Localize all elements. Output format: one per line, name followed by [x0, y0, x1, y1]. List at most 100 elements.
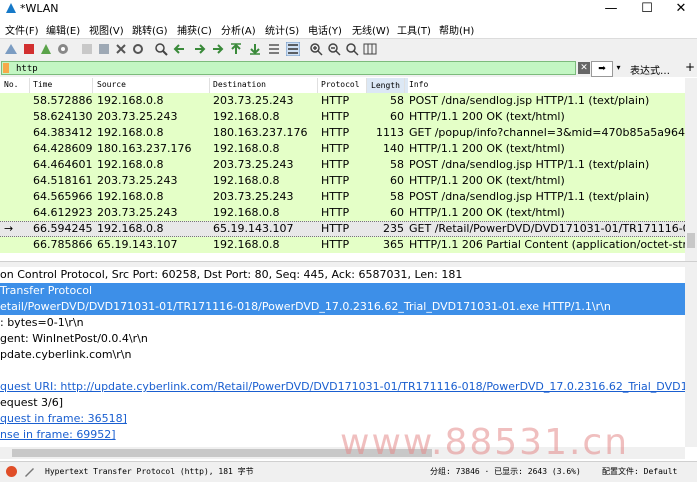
col-destination[interactable]: Destination — [213, 80, 266, 89]
close-button[interactable]: ✕ — [664, 0, 697, 18]
packet-row[interactable]: 64.518161 203.73.25.243 192.168.0.8 HTTP 60 H… — [0, 173, 685, 189]
zoom-in-icon[interactable] — [309, 42, 323, 56]
close-file-icon[interactable] — [114, 42, 128, 56]
menu-statistics[interactable]: 统计(S) — [265, 22, 299, 37]
detail-line[interactable]: etail/PowerDVD/DVD171031-01/TR171116-018… — [0, 299, 685, 315]
scrollbar-thumb[interactable] — [687, 233, 695, 248]
menu-file[interactable]: 文件(F) — [5, 22, 39, 37]
packet-cell-dst: 192.168.0.8 — [213, 238, 280, 251]
packet-row-selected[interactable]: → 66.594245 192.168.0.8 65.19.143.107 HTTP 23… — [0, 221, 685, 237]
menu-wireless[interactable]: 无线(W) — [352, 22, 390, 37]
detail-line[interactable]: quest URI: http://update.cyberlink.com/R… — [0, 379, 685, 395]
packet-cell-proto: HTTP — [321, 142, 350, 155]
filter-history-dropdown-icon[interactable]: ▾ — [613, 61, 624, 75]
packet-row[interactable]: 64.565966 192.168.0.8 203.73.25.243 HTTP 58 P… — [0, 189, 685, 205]
col-no[interactable]: No. — [4, 80, 18, 89]
auto-scroll-icon[interactable] — [267, 42, 281, 56]
col-protocol[interactable]: Protocol — [321, 80, 360, 89]
column-divider[interactable] — [317, 78, 318, 93]
column-divider[interactable] — [209, 78, 210, 93]
status-profile[interactable]: 配置文件: Default — [602, 466, 677, 477]
packet-row[interactable]: 64.612923 203.73.25.243 192.168.0.8 HTTP 60 H… — [0, 205, 685, 221]
packet-cell-len: 58 — [390, 190, 404, 203]
col-info[interactable]: Info — [409, 80, 428, 89]
packet-cell-info: GET /popup/info?channel=3&mid=470b85a5a9… — [409, 126, 685, 139]
packet-cell-len: 58 — [390, 94, 404, 107]
restart-capture-icon[interactable] — [39, 42, 53, 56]
menu-capture[interactable]: 捕获(C) — [177, 22, 212, 37]
packet-cell-info: POST /dna/sendlog.jsp HTTP/1.1 (text/pla… — [409, 158, 650, 171]
packet-cell-time: 66.594245 — [33, 222, 93, 235]
maximize-button[interactable]: ☐ — [630, 0, 664, 18]
col-length[interactable]: Length — [367, 78, 408, 93]
save-file-icon[interactable] — [97, 42, 111, 56]
display-filter-input[interactable]: http — [1, 61, 576, 75]
packet-cell-dst: 192.168.0.8 — [213, 142, 280, 155]
menu-view[interactable]: 视图(V) — [89, 22, 124, 37]
edit-comment-icon[interactable] — [23, 465, 36, 478]
detail-line[interactable]: gent: WinInetPost/0.0.4\r\n — [0, 331, 685, 347]
clear-filter-icon[interactable]: ✕ — [578, 62, 590, 74]
packet-cell-proto: HTTP — [321, 174, 350, 187]
expert-info-icon[interactable] — [5, 465, 18, 478]
detail-line[interactable]: Transfer Protocol — [0, 283, 685, 299]
packet-row[interactable]: 58.572886 192.168.0.8 203.73.25.243 HTTP 58 P… — [0, 93, 685, 109]
detail-line[interactable]: : bytes=0-1\r\n — [0, 315, 685, 331]
reload-icon[interactable] — [131, 42, 145, 56]
menu-help[interactable]: 帮助(H) — [439, 22, 474, 37]
col-source[interactable]: Source — [97, 80, 126, 89]
packet-row[interactable]: 66.785866 65.19.143.107 192.168.0.8 HTTP 365… — [0, 237, 685, 253]
go-forward-icon[interactable] — [192, 42, 206, 56]
packet-details-pane[interactable]: on Control Protocol, Src Port: 60258, Ds… — [0, 267, 685, 447]
go-last-icon[interactable] — [248, 42, 262, 56]
expression-button[interactable]: 表达式… — [630, 62, 670, 77]
packet-row[interactable]: 64.383412 192.168.0.8 180.163.237.176 HTTP 1… — [0, 125, 685, 141]
column-divider[interactable] — [404, 78, 405, 93]
capture-options-icon[interactable] — [56, 42, 70, 56]
related-packet-icon: → — [4, 222, 14, 235]
stop-capture-icon[interactable] — [22, 42, 36, 56]
packet-cell-dst: 65.19.143.107 — [213, 222, 294, 235]
status-protocol-info: Hypertext Transfer Protocol (http), 181 … — [45, 467, 254, 476]
packet-cell-src: 192.168.0.8 — [97, 222, 164, 235]
packet-row[interactable]: 64.464601 192.168.0.8 203.73.25.243 HTTP 58 P… — [0, 157, 685, 173]
menu-telephony[interactable]: 电话(Y) — [308, 22, 342, 37]
menu-go[interactable]: 跳转(G) — [132, 22, 168, 37]
go-first-icon[interactable] — [229, 42, 243, 56]
packet-row[interactable]: 58.624130 203.73.25.243 192.168.0.8 HTTP 60 H… — [0, 109, 685, 125]
find-packet-icon[interactable] — [154, 42, 168, 56]
window-title: *WLAN — [20, 2, 59, 15]
colorize-icon[interactable] — [286, 42, 300, 56]
menu-edit[interactable]: 编辑(E) — [46, 22, 80, 37]
menu-tools[interactable]: 工具(T) — [397, 22, 431, 37]
add-filter-button[interactable]: + — [685, 60, 695, 74]
resize-columns-icon[interactable] — [363, 42, 377, 56]
packet-cell-dst: 192.168.0.8 — [213, 174, 280, 187]
open-file-icon[interactable] — [80, 42, 94, 56]
packet-cell-src: 65.19.143.107 — [97, 238, 178, 251]
packet-row[interactable]: 64.428609 180.163.237.176 192.168.0.8 HTTP 1… — [0, 141, 685, 157]
go-to-packet-icon[interactable] — [211, 42, 225, 56]
col-time[interactable]: Time — [33, 80, 52, 89]
menu-bar: 文件(F) 编辑(E) 视图(V) 跳转(G) 捕获(C) 分析(A) 统计(S… — [0, 19, 697, 38]
detail-line[interactable]: equest 3/6] — [0, 395, 685, 411]
filter-bookmark-icon[interactable] — [3, 63, 9, 73]
column-divider[interactable] — [92, 78, 93, 93]
column-divider[interactable] — [29, 78, 30, 93]
details-scrollbar[interactable] — [685, 267, 697, 447]
go-back-icon[interactable] — [173, 42, 187, 56]
apply-filter-arrow-icon[interactable]: ➡ — [591, 61, 613, 77]
shark-fin-start-icon[interactable] — [4, 42, 18, 56]
packet-list[interactable]: 58.572886 192.168.0.8 203.73.25.243 HTTP 58 P… — [0, 93, 685, 261]
packet-cell-src: 192.168.0.8 — [97, 190, 164, 203]
detail-line[interactable]: on Control Protocol, Src Port: 60258, Ds… — [0, 267, 685, 283]
detail-line[interactable]: pdate.cyberlink.com\r\n — [0, 347, 685, 363]
packet-cell-len: 235 — [383, 222, 404, 235]
packet-cell-time: 66.785866 — [33, 238, 93, 251]
zoom-normal-icon[interactable] — [345, 42, 359, 56]
packet-list-scrollbar[interactable] — [685, 78, 697, 261]
detail-line[interactable] — [0, 363, 685, 379]
zoom-out-icon[interactable] — [327, 42, 341, 56]
minimize-button[interactable]: — — [594, 0, 628, 18]
menu-analyze[interactable]: 分析(A) — [221, 22, 256, 37]
